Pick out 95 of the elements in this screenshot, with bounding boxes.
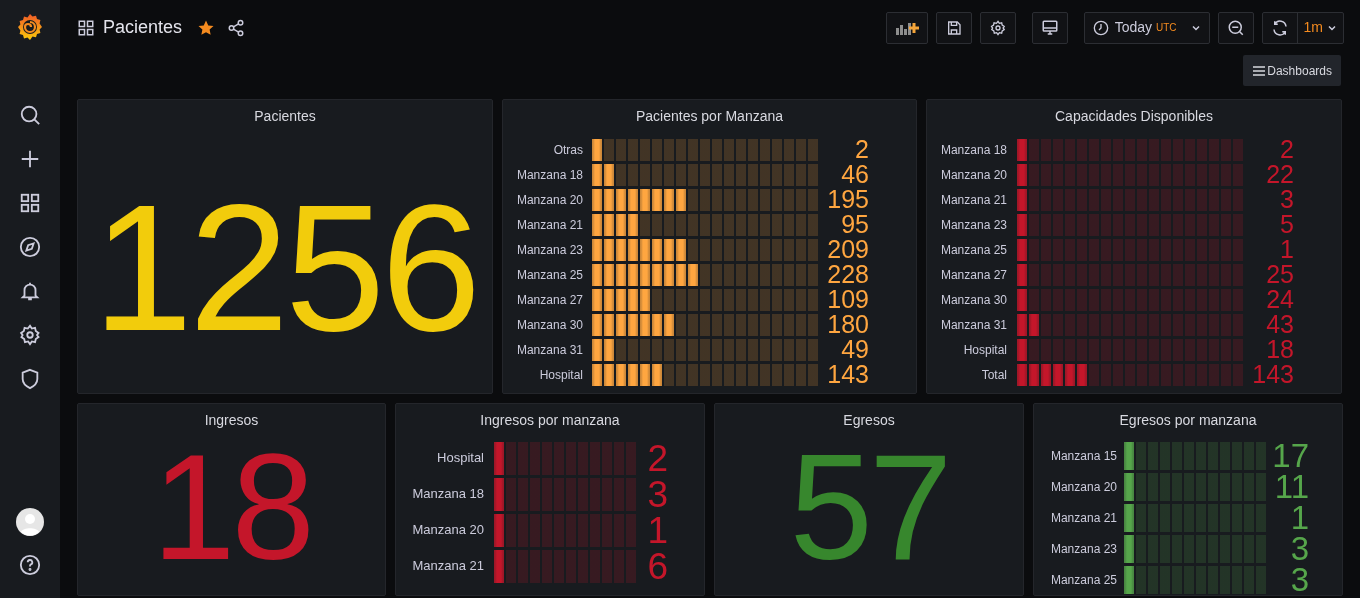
row-label: Manzana 25	[1049, 571, 1117, 589]
row-label: Manzana 27	[515, 291, 583, 309]
row-value: 95	[840, 212, 869, 237]
stat-value: 57	[788, 432, 950, 582]
row-value: 18	[1265, 337, 1294, 362]
row-value: 109	[826, 287, 869, 312]
row-label: Total	[980, 366, 1007, 384]
row-value: 24	[1265, 287, 1294, 312]
row-value: 22	[1265, 162, 1294, 187]
row-label: Manzana 18	[939, 141, 1007, 159]
row-label: Manzana 31	[939, 316, 1007, 334]
panel-title[interactable]: Capacidades Disponibles	[1055, 106, 1213, 127]
help-icon[interactable]	[19, 554, 41, 576]
row-label: Manzana 27	[939, 266, 1007, 284]
row-value: 1	[1289, 501, 1309, 534]
row-value: 180	[826, 312, 869, 337]
row-label: Manzana 15	[1049, 447, 1117, 465]
row-label: Manzana 31	[515, 341, 583, 359]
row-value: 43	[1265, 312, 1294, 337]
share-icon[interactable]	[227, 18, 246, 37]
row-label: Manzana 30	[515, 316, 583, 334]
row-value: 2	[646, 439, 668, 477]
row-value: 228	[826, 262, 869, 287]
panel-title[interactable]: Egresos por manzana	[1119, 410, 1257, 431]
row-label: Manzana 25	[515, 266, 583, 284]
row-value: 3	[1289, 532, 1309, 565]
search-icon[interactable]	[19, 104, 41, 126]
bell-icon[interactable]	[19, 280, 41, 302]
row-value: 46	[840, 162, 869, 187]
settings-icon[interactable]	[19, 324, 41, 346]
save-icon	[945, 19, 962, 36]
row-value: 143	[1251, 362, 1294, 387]
tv-mode-button[interactable]	[1031, 11, 1068, 44]
row-value: 2	[854, 137, 869, 162]
row-label: Manzana 23	[939, 216, 1007, 234]
row-label: Manzana 18	[515, 166, 583, 184]
row-label: Manzana 30	[939, 291, 1007, 309]
row-label: Manzana 18	[411, 485, 484, 504]
clock-icon	[1092, 19, 1109, 36]
panel-title[interactable]: Pacientes	[254, 106, 316, 127]
dashboards-icon[interactable]	[19, 192, 41, 214]
row-value: 3	[1289, 563, 1309, 595]
row-value: 17	[1271, 439, 1309, 472]
row-label: Manzana 25	[939, 241, 1007, 259]
row-label: Manzana 20	[1049, 478, 1117, 496]
avatar-icon[interactable]	[16, 508, 44, 536]
panel-title[interactable]: Ingresos	[204, 410, 259, 431]
row-value: 2	[1279, 137, 1294, 162]
zoom-out-icon	[1226, 18, 1245, 37]
row-label: Manzana 23	[515, 241, 583, 259]
panel-title[interactable]: Pacientes por Manzana	[635, 106, 784, 127]
stat-value: 1256	[91, 178, 479, 358]
refresh-icon	[1270, 18, 1289, 37]
save-button[interactable]	[935, 11, 972, 44]
panel-title[interactable]: Ingresos por manzana	[480, 410, 620, 431]
row-value: 3	[646, 475, 668, 513]
row-value: 5	[1279, 212, 1294, 237]
shield-icon[interactable]	[19, 368, 41, 390]
stat-value: 18	[151, 432, 312, 582]
zoom-out-button[interactable]	[1217, 11, 1254, 44]
panel-title[interactable]: Egresos	[843, 410, 895, 431]
dashboard-grid-icon	[77, 18, 95, 37]
row-value: 1	[1279, 237, 1294, 262]
row-label: Manzana 21	[1049, 509, 1117, 527]
row-value: 11	[1273, 470, 1309, 503]
add-panel-button[interactable]	[885, 11, 928, 44]
row-label: Manzana 23	[1049, 540, 1117, 558]
row-label: Manzana 20	[939, 166, 1007, 184]
row-value: 143	[826, 362, 869, 387]
row-value: 49	[840, 337, 869, 362]
compass-icon[interactable]	[19, 236, 41, 258]
row-label: Hospital	[538, 366, 583, 384]
menu-icon	[1252, 64, 1267, 77]
row-label: Manzana 21	[411, 557, 484, 576]
row-label: Manzana 21	[939, 191, 1007, 209]
plus-icon[interactable]	[19, 148, 41, 170]
dashboards-button[interactable]: Dashboards	[1243, 55, 1341, 86]
row-value: 3	[1279, 187, 1294, 212]
row-label: Manzana 20	[411, 521, 484, 540]
settings-icon	[989, 19, 1006, 36]
settings-button[interactable]	[979, 11, 1016, 44]
row-value: 195	[826, 187, 869, 212]
time-range-picker[interactable]: Today UTC	[1083, 11, 1210, 44]
row-label: Manzana 20	[515, 191, 583, 209]
row-label: Hospital	[436, 449, 484, 468]
monitor-icon	[1040, 18, 1059, 37]
row-label: Otras	[552, 141, 583, 159]
row-value: 25	[1265, 262, 1294, 287]
row-label: Manzana 21	[515, 216, 583, 234]
row-value: 209	[826, 237, 869, 262]
row-value: 6	[646, 547, 668, 585]
logo-icon[interactable]	[15, 12, 45, 42]
dashboard-title[interactable]: Pacientes	[103, 14, 183, 41]
row-value: 1	[646, 511, 668, 549]
row-label: Hospital	[962, 341, 1007, 359]
